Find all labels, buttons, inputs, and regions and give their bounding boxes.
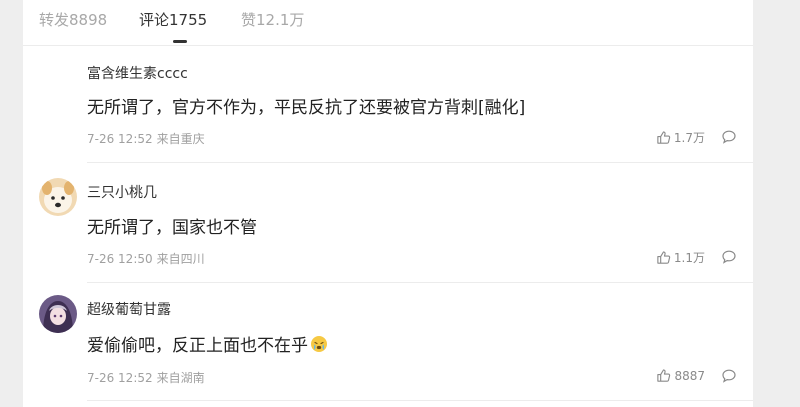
like-count: 1.1万 bbox=[673, 251, 705, 265]
comment-text: 无所谓了，国家也不管 bbox=[87, 218, 257, 238]
anime-avatar-image bbox=[39, 295, 77, 333]
comment-time: 7-26 12:50 bbox=[87, 252, 153, 266]
comment-location: 来自四川 bbox=[156, 252, 205, 266]
comment-meta: 7-26 12:52 来自重庆 bbox=[87, 130, 205, 147]
thumbs-up-icon bbox=[657, 369, 671, 382]
avatar[interactable] bbox=[39, 178, 77, 216]
comment-text: 无所谓了，官方不作为，平民反抗了还要被官方背刺[融化] bbox=[87, 98, 526, 118]
comment-username[interactable]: 三只小桃几 bbox=[87, 182, 157, 202]
dog-avatar-image bbox=[39, 178, 77, 216]
comment-text-content: 爱偷偷吧，反正上面也不在乎 bbox=[87, 336, 308, 356]
like-button[interactable]: 1.1万 bbox=[656, 249, 705, 266]
thumbs-up-icon bbox=[657, 131, 671, 144]
like-button[interactable]: 1.7万 bbox=[656, 129, 705, 146]
comment-bubble-icon[interactable] bbox=[721, 368, 737, 384]
avatar[interactable] bbox=[39, 295, 77, 333]
comment-location: 来自重庆 bbox=[156, 132, 205, 146]
like-button[interactable]: 8887 bbox=[656, 368, 705, 383]
comment-bubble-icon[interactable] bbox=[721, 129, 737, 145]
comment-location: 来自湖南 bbox=[156, 371, 205, 385]
like-count: 8887 bbox=[674, 368, 705, 383]
comment-divider bbox=[87, 400, 753, 401]
comment-item: 超级葡萄甘露 爱偷偷吧，反正上面也不在乎 7-26 12:52 来自湖南 8887 bbox=[23, 283, 753, 407]
tab-reposts[interactable]: 转发8898 bbox=[39, 9, 107, 30]
comment-item: 富含维生素cccc 无所谓了，官方不作为，平民反抗了还要被官方背刺[融化] 7-… bbox=[23, 45, 753, 163]
comment-username[interactable]: 超级葡萄甘露 bbox=[87, 299, 171, 319]
comment-meta: 7-26 12:50 来自四川 bbox=[87, 250, 205, 267]
comment-meta: 7-26 12:52 来自湖南 bbox=[87, 369, 205, 386]
thumbs-up-icon bbox=[657, 251, 671, 264]
comments-panel: 转发8898 评论1755 赞12.1万 富含维生素cccc 无所谓了，官方不作… bbox=[23, 0, 753, 407]
comment-username[interactable]: 富含维生素cccc bbox=[87, 63, 188, 83]
like-count: 1.7万 bbox=[673, 131, 705, 145]
comment-time: 7-26 12:52 bbox=[87, 132, 153, 146]
comment-time: 7-26 12:52 bbox=[87, 371, 153, 385]
tab-likes[interactable]: 赞12.1万 bbox=[241, 9, 304, 30]
tab-comments[interactable]: 评论1755 bbox=[139, 9, 207, 30]
comment-item: 三只小桃几 无所谓了，国家也不管 7-26 12:50 来自四川 1.1万 bbox=[23, 163, 753, 283]
comment-bubble-icon[interactable] bbox=[721, 249, 737, 265]
tab-bar: 转发8898 评论1755 赞12.1万 bbox=[23, 0, 753, 46]
crying-face-emoji bbox=[311, 336, 327, 352]
comment-text: 爱偷偷吧，反正上面也不在乎 bbox=[87, 331, 328, 356]
active-tab-indicator bbox=[173, 40, 187, 43]
